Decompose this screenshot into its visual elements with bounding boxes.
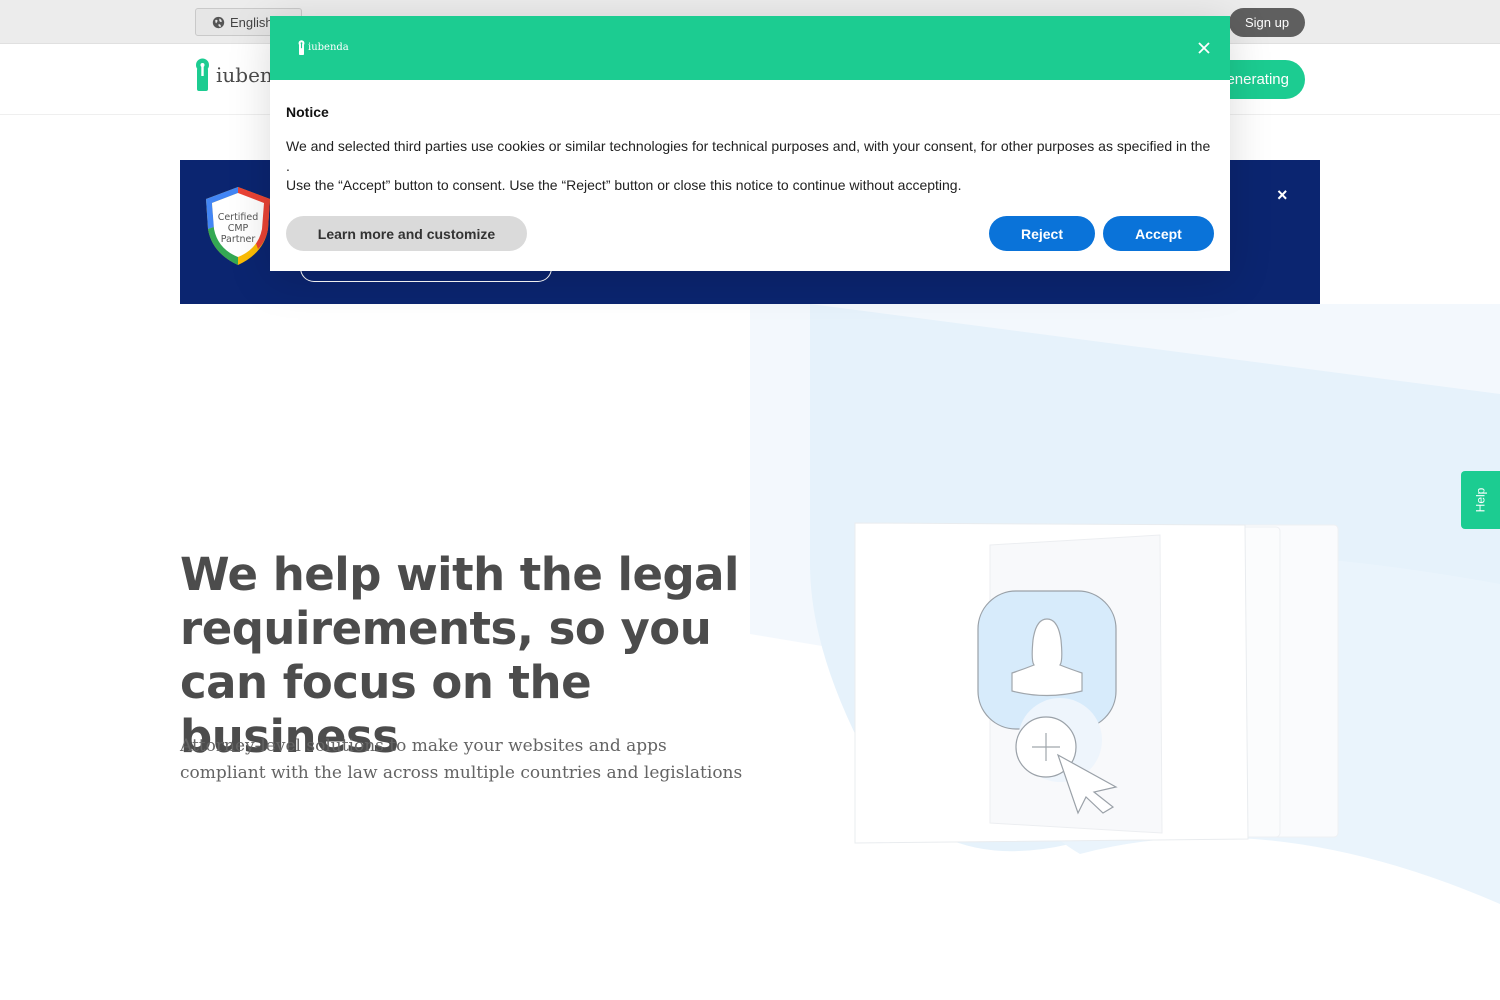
cookie-dialog-header: iubenda [270, 16, 1230, 80]
cookie-dialog-logo: iubenda [298, 40, 349, 55]
badge-line-3: Partner [221, 234, 256, 245]
cookie-consent-dialog: iubenda Notice We and selected third par… [270, 16, 1230, 271]
badge-line-1: Certified [218, 212, 259, 223]
cookie-dialog-logo-text: iubenda [308, 42, 349, 53]
globe-icon [212, 16, 225, 28]
hero-subtitle: Attorney-level solutions to make your we… [180, 736, 743, 783]
badge-line-2: CMP [228, 223, 249, 234]
banner-close-button[interactable]: × [1277, 185, 1288, 206]
reject-button[interactable]: Reject [989, 216, 1095, 251]
notice-paragraph-2: Use the “Accept” button to consent. Use … [286, 177, 962, 193]
close-icon[interactable] [1194, 38, 1214, 58]
logo-mark-icon [196, 58, 209, 91]
help-tab[interactable]: Help [1461, 471, 1500, 529]
logo-mark-icon [298, 40, 305, 55]
notice-text: We and selected third parties use cookie… [286, 137, 1216, 196]
accept-button[interactable]: Accept [1103, 216, 1214, 251]
hero-title: We help with the legal requirements, so … [180, 548, 739, 763]
notice-paragraph-1: We and selected third parties use cookie… [286, 138, 1211, 174]
signup-button[interactable]: Sign up [1229, 8, 1305, 37]
learn-more-customize-button[interactable]: Learn more and customize [286, 216, 527, 251]
language-label: English [230, 14, 273, 30]
help-label: Help [1473, 487, 1488, 513]
user-profile-illustration [854, 522, 1339, 844]
certified-cmp-shield-icon: Certified CMP Partner [206, 187, 270, 265]
notice-title: Notice [286, 104, 329, 120]
